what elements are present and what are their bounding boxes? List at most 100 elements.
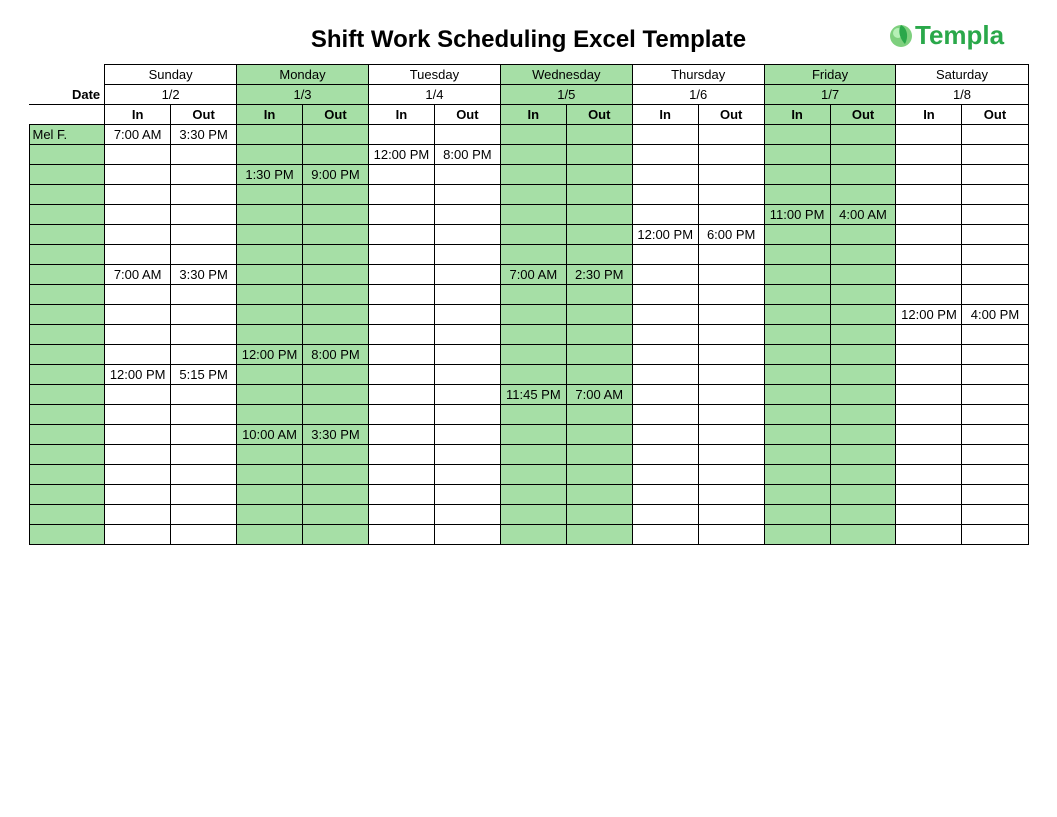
time-cell[interactable] [171,345,237,365]
time-cell[interactable] [500,225,566,245]
time-cell[interactable] [764,145,830,165]
time-cell[interactable] [764,385,830,405]
time-cell[interactable] [171,165,237,185]
time-cell[interactable] [237,185,303,205]
time-cell[interactable] [632,285,698,305]
time-cell[interactable] [896,145,962,165]
time-cell[interactable] [237,505,303,525]
employee-name-cell[interactable] [29,525,105,545]
time-cell[interactable] [632,485,698,505]
time-cell[interactable] [237,285,303,305]
time-cell[interactable]: 11:45 PM [500,385,566,405]
employee-name-cell[interactable] [29,205,105,225]
employee-name-cell[interactable] [29,165,105,185]
time-cell[interactable] [237,525,303,545]
time-cell[interactable] [303,185,369,205]
time-cell[interactable] [368,445,434,465]
employee-name-cell[interactable] [29,425,105,445]
time-cell[interactable] [303,485,369,505]
time-cell[interactable] [105,145,171,165]
time-cell[interactable] [434,265,500,285]
time-cell[interactable] [171,425,237,445]
time-cell[interactable] [105,425,171,445]
time-cell[interactable]: 7:00 AM [566,385,632,405]
time-cell[interactable] [105,505,171,525]
time-cell[interactable] [434,285,500,305]
time-cell[interactable] [566,225,632,245]
time-cell[interactable] [830,225,896,245]
time-cell[interactable] [434,485,500,505]
time-cell[interactable] [500,405,566,425]
time-cell[interactable]: 7:00 AM [105,125,171,145]
time-cell[interactable] [896,445,962,465]
time-cell[interactable] [500,505,566,525]
time-cell[interactable] [962,205,1028,225]
time-cell[interactable] [896,425,962,445]
time-cell[interactable] [500,325,566,345]
time-cell[interactable] [896,285,962,305]
time-cell[interactable] [566,165,632,185]
employee-name-cell[interactable] [29,445,105,465]
time-cell[interactable] [962,285,1028,305]
time-cell[interactable] [303,405,369,425]
time-cell[interactable] [237,485,303,505]
time-cell[interactable] [830,405,896,425]
time-cell[interactable] [237,385,303,405]
time-cell[interactable] [632,265,698,285]
time-cell[interactable] [698,425,764,445]
time-cell[interactable]: 4:00 PM [962,305,1028,325]
employee-name-cell[interactable] [29,245,105,265]
time-cell[interactable] [105,185,171,205]
time-cell[interactable] [500,525,566,545]
time-cell[interactable] [434,505,500,525]
time-cell[interactable] [566,465,632,485]
time-cell[interactable] [368,285,434,305]
time-cell[interactable] [566,245,632,265]
time-cell[interactable] [171,285,237,305]
time-cell[interactable] [632,345,698,365]
time-cell[interactable] [105,485,171,505]
time-cell[interactable] [171,225,237,245]
time-cell[interactable] [237,305,303,325]
employee-name-cell[interactable] [29,225,105,245]
time-cell[interactable] [434,325,500,345]
time-cell[interactable] [500,185,566,205]
time-cell[interactable] [896,405,962,425]
employee-name-cell[interactable] [29,345,105,365]
time-cell[interactable] [830,285,896,305]
time-cell[interactable] [171,185,237,205]
time-cell[interactable] [237,265,303,285]
time-cell[interactable] [368,265,434,285]
time-cell[interactable] [368,225,434,245]
time-cell[interactable] [303,205,369,225]
time-cell[interactable] [368,405,434,425]
time-cell[interactable] [171,385,237,405]
time-cell[interactable] [830,485,896,505]
time-cell[interactable] [764,185,830,205]
time-cell[interactable] [237,245,303,265]
time-cell[interactable] [764,445,830,465]
time-cell[interactable] [764,425,830,445]
time-cell[interactable] [896,165,962,185]
time-cell[interactable] [434,385,500,405]
time-cell[interactable] [105,385,171,405]
time-cell[interactable] [764,245,830,265]
time-cell[interactable] [303,365,369,385]
time-cell[interactable] [303,505,369,525]
time-cell[interactable] [434,185,500,205]
time-cell[interactable] [303,265,369,285]
time-cell[interactable] [764,505,830,525]
time-cell[interactable]: 8:00 PM [434,145,500,165]
time-cell[interactable] [764,125,830,145]
time-cell[interactable] [896,225,962,245]
time-cell[interactable] [303,305,369,325]
time-cell[interactable] [632,205,698,225]
employee-name-cell[interactable] [29,185,105,205]
time-cell[interactable] [962,325,1028,345]
time-cell[interactable] [632,425,698,445]
time-cell[interactable] [830,125,896,145]
time-cell[interactable] [764,365,830,385]
time-cell[interactable] [698,525,764,545]
time-cell[interactable] [632,245,698,265]
time-cell[interactable] [896,245,962,265]
